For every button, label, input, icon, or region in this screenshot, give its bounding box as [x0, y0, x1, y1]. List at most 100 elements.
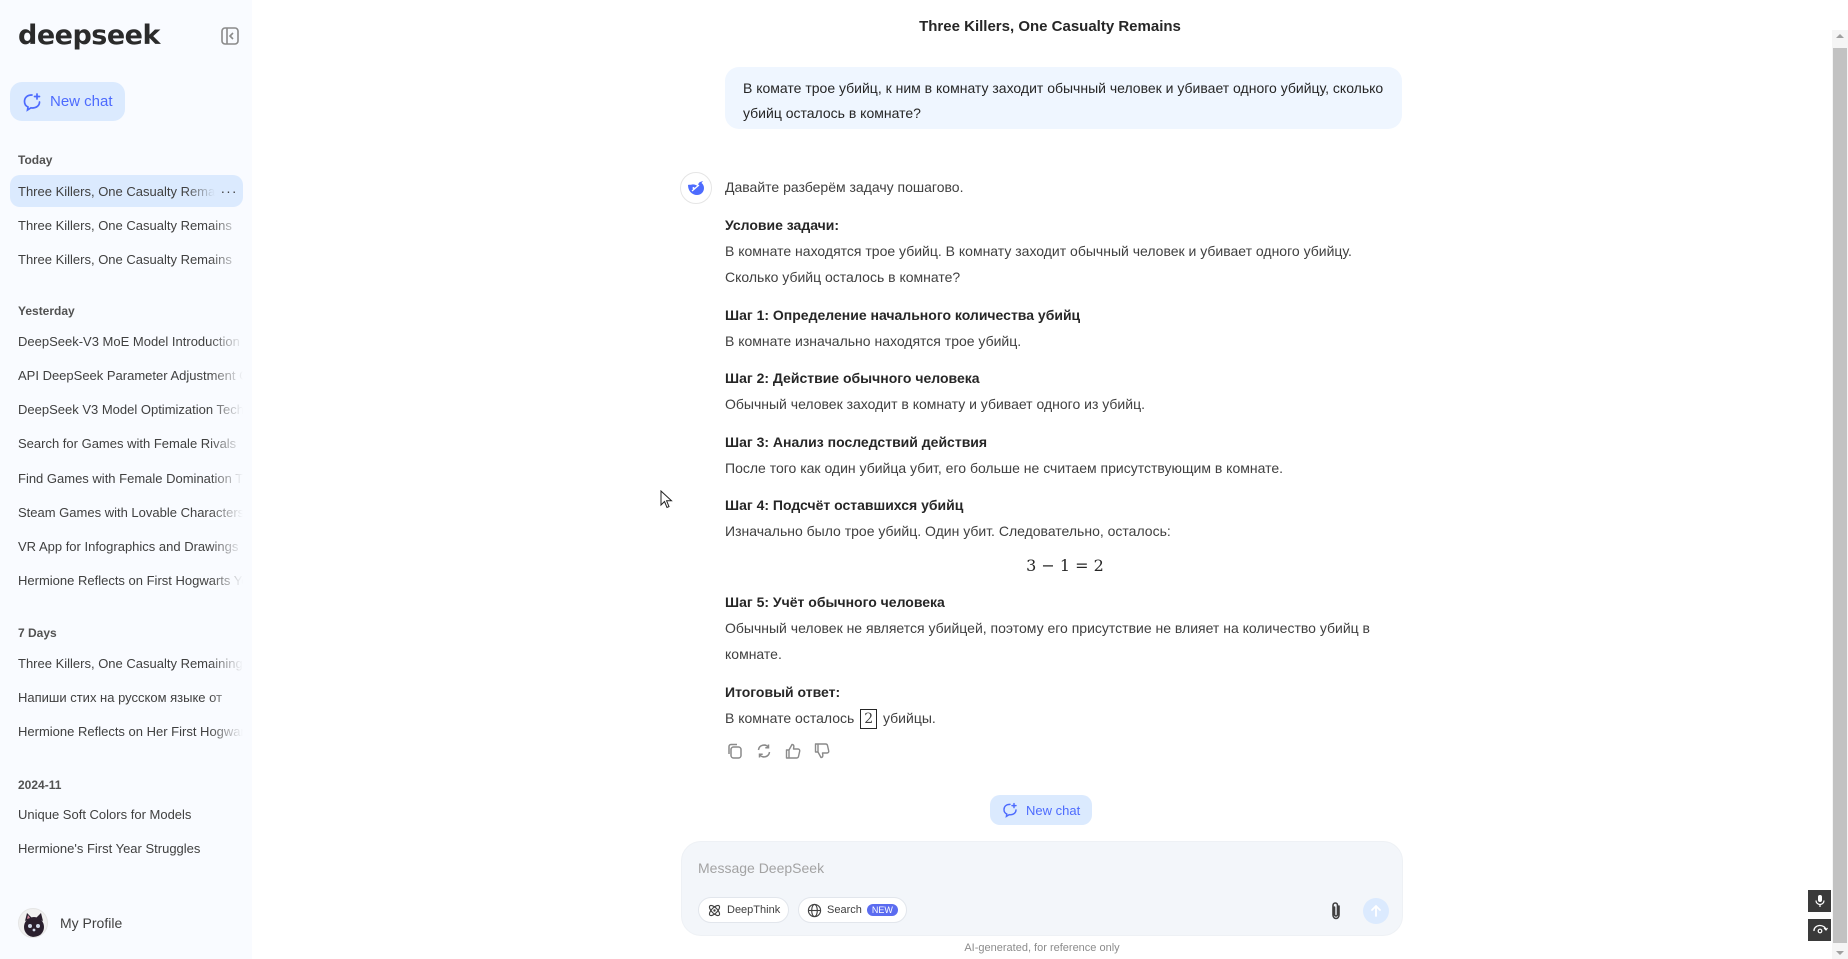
- answer-text: Обычный человек заходит в комнату и убив…: [725, 396, 1145, 412]
- answer-text: Сколько убийц осталось в комнате?: [725, 269, 961, 285]
- chat-item[interactable]: Unique Soft Colors for Models: [10, 798, 243, 830]
- cat-avatar-icon: [24, 913, 44, 937]
- deepseek-whale-icon: [688, 181, 704, 195]
- microphone-icon: [1814, 895, 1825, 907]
- chat-item[interactable]: Hermione's First Year Struggles: [10, 832, 243, 864]
- avatar: [18, 908, 48, 938]
- answer-heading: Шаг 4: Подсчёт оставшихся убийц: [725, 497, 964, 513]
- chat-item[interactable]: Three Killers, One Casualty Remains: [10, 209, 243, 241]
- answer-intro: Давайте разберём задачу пошагово.: [725, 179, 964, 195]
- assistant-avatar: [680, 172, 712, 204]
- arrow-up-icon: [1371, 905, 1381, 917]
- scrollbar[interactable]: [1832, 30, 1848, 959]
- screen-reader-button[interactable]: [1808, 919, 1831, 941]
- message-composer: DeepThink Search NEW: [681, 841, 1403, 936]
- deepseek-logo: deepseek: [18, 20, 160, 51]
- search-toggle[interactable]: Search NEW: [798, 897, 907, 923]
- send-button[interactable]: [1363, 898, 1389, 924]
- chat-item-title: Напиши стих на русском языке от: [18, 689, 223, 705]
- group-label-today: Today: [18, 153, 53, 167]
- scroll-down-arrow-icon[interactable]: [1836, 951, 1844, 955]
- chat-item[interactable]: API DeepSeek Parameter Adjustment Guide: [10, 359, 243, 391]
- answer-heading: Итоговый ответ:: [725, 684, 841, 700]
- answer-text: В комнате находятся трое убийц. В комнат…: [725, 243, 1352, 259]
- scrollbar-thumb[interactable]: [1833, 48, 1847, 943]
- new-chat-center-button[interactable]: New chat: [990, 795, 1092, 825]
- group-label-yesterday: Yesterday: [18, 304, 75, 318]
- chat-item-title: Three Killers, One Casualty Remaining: [18, 655, 243, 671]
- chat-item-title: Three Killers, One Casualty Remains: [18, 217, 232, 233]
- chat-item[interactable]: Three Killers, One Casualty Remains: [10, 243, 243, 275]
- thumbs-down-button[interactable]: [813, 742, 831, 760]
- thumbs-down-icon: [814, 743, 830, 759]
- copy-button[interactable]: [726, 742, 744, 760]
- more-options-icon[interactable]: ···: [215, 183, 243, 199]
- answer-heading: Шаг 5: Учёт обычного человека: [725, 594, 945, 610]
- chat-item[interactable]: Search for Games with Female Rivals: [10, 427, 243, 459]
- new-badge: NEW: [866, 904, 898, 916]
- chat-item[interactable]: Steam Games with Lovable Characters: [10, 496, 243, 528]
- scroll-up-arrow-icon[interactable]: [1836, 34, 1844, 38]
- chat-item[interactable]: Find Games with Female Domination Themes: [10, 462, 243, 494]
- answer-heading: Шаг 3: Анализ последствий действия: [725, 434, 988, 450]
- chat-item-title: API DeepSeek Parameter Adjustment Guide: [18, 367, 243, 383]
- chat-item-title: DeepSeek-V3 MoE Model Introduction: [18, 333, 240, 349]
- chat-item[interactable]: Hermione Reflects on First Hogwarts Year: [10, 564, 243, 596]
- final-answer-line: В комнате осталось 2 убийцы.: [725, 709, 936, 729]
- chat-item-title: Steam Games with Lovable Characters: [18, 504, 243, 520]
- answer-heading: Шаг 2: Действие обычного человека: [725, 370, 980, 386]
- new-chat-label: New chat: [50, 93, 113, 110]
- mouse-cursor-icon: [660, 490, 673, 509]
- chat-item-title: Hermione's First Year Struggles: [18, 840, 201, 856]
- regenerate-icon: [757, 744, 771, 758]
- answer-text: В комнате изначально находятся трое убий…: [725, 333, 1022, 349]
- new-chat-button[interactable]: New chat: [10, 82, 125, 121]
- user-message: В комате трое убийц, к ним в комнату зах…: [725, 67, 1402, 129]
- message-actions: [726, 742, 831, 760]
- copy-icon: [728, 743, 742, 759]
- thumbs-up-icon: [785, 743, 801, 759]
- atom-icon: [708, 904, 721, 916]
- equation: 3 − 1 = 2: [1026, 556, 1104, 575]
- chat-item[interactable]: VR App for Infographics and Drawings: [10, 530, 243, 562]
- chat-item-title: Hermione Reflects on Her First Hogwarts …: [18, 723, 243, 739]
- attach-file-button[interactable]: [1326, 900, 1346, 922]
- globe-icon: [807, 903, 822, 917]
- message-input[interactable]: [698, 856, 1378, 880]
- deepthink-toggle[interactable]: DeepThink: [698, 897, 790, 923]
- profile-label: My Profile: [60, 915, 123, 931]
- voice-input-button[interactable]: [1808, 890, 1831, 912]
- answer-heading: Условие задачи:: [725, 217, 840, 233]
- paperclip-icon: [1332, 902, 1340, 920]
- app-window: deepseek New chat Today Three Killers, O…: [0, 0, 1848, 959]
- group-label-2024-11: 2024-11: [18, 778, 62, 792]
- answer-text: После того как один убийца убит, его бол…: [725, 460, 1284, 476]
- sidebar-collapse-icon: [221, 27, 239, 45]
- final-answer-value: 2: [860, 709, 878, 729]
- collapse-sidebar-button[interactable]: [220, 26, 240, 46]
- chat-item-title: Three Killers, One Casualty Remains: [18, 251, 232, 267]
- chat-item-title: Find Games with Female Domination Themes: [18, 470, 243, 486]
- answer-text: Обычный человек не является убийцей, поэ…: [725, 620, 1370, 636]
- answer-text: Изначально было трое убийц. Один убит. С…: [725, 523, 1171, 539]
- chat-item[interactable]: Three Killers, One Casualty Remaining: [10, 647, 243, 679]
- refresh-eye-icon: [1812, 924, 1828, 934]
- chat-item[interactable]: DeepSeek-V3 MoE Model Introduction: [10, 325, 243, 357]
- chat-item[interactable]: Hermione Reflects on Her First Hogwarts …: [10, 715, 243, 747]
- thumbs-up-button[interactable]: [784, 742, 802, 760]
- disclaimer: AI-generated, for reference only: [964, 942, 1120, 954]
- chat-item-title: Three Killers, One Casualty Remains: [18, 183, 215, 199]
- my-profile-button[interactable]: My Profile: [18, 908, 122, 938]
- chat-item[interactable]: DeepSeek V3 Model Optimization Technique…: [10, 393, 243, 425]
- chat-item-active[interactable]: Three Killers, One Casualty Remains ···: [10, 175, 243, 207]
- chat-item[interactable]: Напиши стих на русском языке от: [10, 681, 243, 713]
- chat-item-title: Search for Games with Female Rivals: [18, 435, 237, 451]
- group-label-7-days: 7 Days: [18, 626, 57, 640]
- final-answer-prefix: В комнате осталось: [725, 710, 855, 726]
- chat-item-title: Hermione Reflects on First Hogwarts Year: [18, 572, 243, 588]
- search-label: Search: [827, 904, 862, 916]
- regenerate-button[interactable]: [755, 742, 773, 760]
- new-chat-icon: [1003, 802, 1017, 818]
- answer-heading: Шаг 1: Определение начального количества…: [725, 307, 1081, 323]
- answer-text: комнате.: [725, 646, 782, 662]
